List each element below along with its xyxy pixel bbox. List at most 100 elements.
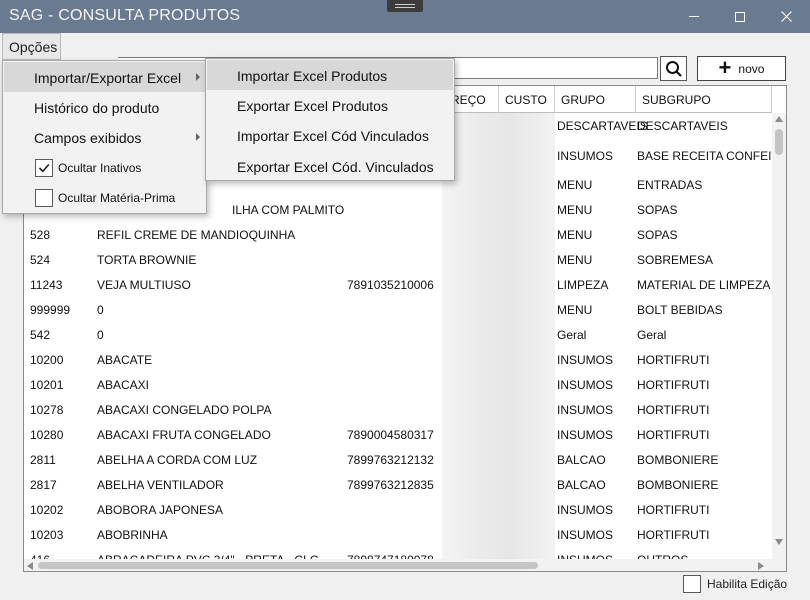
excel-submenu: Importar Excel Produtos Exportar Excel P… — [205, 58, 455, 181]
cell-grupo: MENU — [557, 253, 593, 267]
cell-subgrupo: HORTIFRUTI — [637, 403, 710, 417]
cell-codigo: 10201 — [30, 378, 64, 392]
cell-descricao: ABELHA VENTILADOR — [97, 478, 224, 492]
cell-grupo: DESCARTAVEIS — [557, 119, 648, 133]
cell-barcode: 7890004580317 — [347, 428, 434, 442]
cell-descricao: ABACAXI CONGELADO POLPA — [97, 403, 272, 417]
close-button[interactable] — [763, 0, 809, 33]
menu-item-label: Exportar Excel Cód. Vinculados — [237, 159, 434, 175]
table-row[interactable]: 2817 ABELHA VENTILADOR 7899763212835 BALCAO… — [24, 472, 772, 497]
cell-subgrupo: HORTIFRUTI — [637, 428, 710, 442]
table-row[interactable]: 10203 ABOBRINHA INSUMOS HORTIFRUTI — [24, 522, 772, 547]
cell-subgrupo: BOLT BEBIDAS — [637, 303, 723, 317]
table-row[interactable]: 524 TORTA BROWNIE MENU SOBREMESA — [24, 247, 772, 272]
cell-grupo: INSUMOS — [557, 528, 614, 542]
menu-item-importar-exportar-excel[interactable]: Importar/Exportar Excel — [4, 62, 205, 92]
table-row[interactable]: 10200 ABACATE INSUMOS HORTIFRUTI — [24, 347, 772, 372]
submenu-arrow-icon — [196, 73, 200, 81]
cell-descricao: ABACAXI — [97, 378, 150, 392]
cell-subgrupo: ENTRADAS — [637, 178, 703, 192]
cell-subgrupo: BOMBONIERE — [637, 453, 719, 467]
vertical-scroll-thumb[interactable] — [775, 129, 783, 155]
cell-grupo: INSUMOS — [557, 403, 614, 417]
cell-barcode: 7899763212132 — [347, 453, 434, 467]
cell-subgrupo: HORTIFRUTI — [637, 353, 710, 367]
habilita-edicao-checkbox[interactable] — [683, 575, 701, 593]
window-title: SAG - CONSULTA PRODUTOS — [9, 7, 241, 24]
cell-codigo: 11243 — [30, 278, 63, 292]
header-grupo[interactable]: GRUPO — [555, 86, 636, 113]
cell-descricao: 0 — [97, 303, 104, 317]
scroll-up-icon[interactable] — [775, 116, 783, 122]
cell-codigo: 10203 — [30, 528, 64, 542]
vertical-scrollbar[interactable] — [772, 113, 786, 559]
table-row[interactable]: 999999 0 MENU BOLT BEBIDAS — [24, 297, 772, 322]
menu-item-importar-excel-cod-vinculados[interactable]: Importar Excel Cód Vinculados — [207, 120, 453, 150]
table-row[interactable]: 10278 ABACAXI CONGELADO POLPA INSUMOS HORTI… — [24, 397, 772, 422]
plus-icon: + — [718, 54, 732, 80]
cell-grupo: LIMPEZA — [557, 278, 609, 292]
cell-codigo: 524 — [30, 253, 51, 267]
table-row[interactable]: 10202 ABOBORA JAPONESA INSUMOS HORTIFRUTI — [24, 497, 772, 522]
cell-grupo: Geral — [557, 328, 587, 342]
ocultar-inativos-checkbox[interactable] — [35, 159, 53, 177]
scroll-down-icon[interactable] — [775, 539, 783, 545]
cell-descricao: ABOBORA JAPONESA — [97, 503, 224, 517]
menu-item-campos-exibidos[interactable]: Campos exibidos — [4, 122, 205, 152]
table-row[interactable]: 542 0 Geral Geral — [24, 322, 772, 347]
horizontal-scrollbar[interactable] — [24, 559, 786, 571]
drag-handle[interactable] — [387, 0, 423, 12]
title-bar: SAG - CONSULTA PRODUTOS — [0, 0, 810, 33]
cell-barcode: 7891035210006 — [347, 278, 434, 292]
ocultar-materia-prima-checkbox[interactable] — [35, 189, 53, 207]
submenu-arrow-icon — [196, 133, 200, 141]
cell-descricao: ABOBRINHA — [97, 528, 168, 542]
table-row[interactable]: 528 REFIL CREME DE MANDIOQUINHA MENU SOPAS — [24, 222, 772, 247]
table-row[interactable]: 11243 VEJA MULTIUSO 7891035210006 LIMPEZA MA… — [24, 272, 772, 297]
horizontal-scroll-thumb[interactable] — [38, 562, 538, 569]
cell-subgrupo: HORTIFRUTI — [637, 528, 710, 542]
minimize-button[interactable] — [671, 0, 717, 33]
cell-grupo: INSUMOS — [557, 149, 614, 163]
search-icon — [665, 60, 682, 77]
menu-item-exportar-excel-produtos[interactable]: Exportar Excel Produtos — [207, 90, 453, 120]
menu-item-ocultar-inativos[interactable]: Ocultar Inativos — [4, 153, 205, 183]
scroll-right-icon[interactable] — [758, 562, 764, 570]
menu-item-exportar-excel-cod-vinculados[interactable]: Exportar Excel Cód. Vinculados — [207, 151, 453, 181]
cell-grupo: INSUMOS — [557, 353, 614, 367]
menu-item-label: Importar/Exportar Excel — [34, 70, 182, 86]
cell-grupo: INSUMOS — [557, 428, 614, 442]
cell-descricao: ABELHA A CORDA COM LUZ — [97, 453, 258, 467]
cell-descricao: VEJA MULTIUSO — [97, 278, 191, 292]
minimize-icon — [689, 16, 699, 17]
header-subgrupo[interactable]: SUBGRUPO — [636, 86, 772, 113]
menu-item-ocultar-materia-prima[interactable]: Ocultar Matéria-Prima — [4, 183, 205, 213]
search-button[interactable] — [660, 56, 687, 81]
scroll-left-icon[interactable] — [27, 562, 33, 570]
table-row[interactable]: 10280 ABACAXI FRUTA CONGELADO 789000458031… — [24, 422, 772, 447]
menu-item-historico-produto[interactable]: Histórico do produto — [4, 92, 205, 122]
table-row[interactable]: 10201 ABACAXI INSUMOS HORTIFRUTI — [24, 372, 772, 397]
cell-descricao: ABACATE — [97, 353, 153, 367]
habilita-edicao-toggle[interactable]: Habilita Edição — [683, 575, 787, 593]
cell-descricao: REFIL CREME DE MANDIOQUINHA — [97, 228, 296, 242]
menu-item-label: Exportar Excel Produtos — [237, 98, 388, 114]
menu-bar: Opções — [0, 33, 810, 60]
novo-button[interactable]: + novo — [697, 56, 786, 81]
menu-item-importar-excel-produtos[interactable]: Importar Excel Produtos — [207, 60, 453, 90]
cell-descricao: ILHA COM PALMITO — [232, 203, 345, 217]
menu-item-label: Ocultar Inativos — [58, 161, 142, 175]
table-row[interactable]: 2811 ABELHA A CORDA COM LUZ 7899763212132 B… — [24, 447, 772, 472]
cell-subgrupo: DESCARTAVEIS — [637, 119, 728, 133]
cell-codigo: 10200 — [30, 353, 64, 367]
menu-item-label: Histórico do produto — [34, 100, 160, 116]
menu-opcoes[interactable]: Opções — [2, 33, 61, 60]
cell-subgrupo: BOMBONIERE — [637, 478, 719, 492]
header-custo[interactable]: CUSTO — [499, 86, 555, 113]
cell-descricao: TORTA BROWNIE — [97, 253, 197, 267]
cell-codigo: 528 — [30, 228, 51, 242]
cell-grupo: MENU — [557, 303, 593, 317]
cell-grupo: INSUMOS — [557, 378, 614, 392]
maximize-button[interactable] — [717, 0, 763, 33]
cell-subgrupo: BASE RECEITA CONFEITARIA — [637, 149, 772, 163]
